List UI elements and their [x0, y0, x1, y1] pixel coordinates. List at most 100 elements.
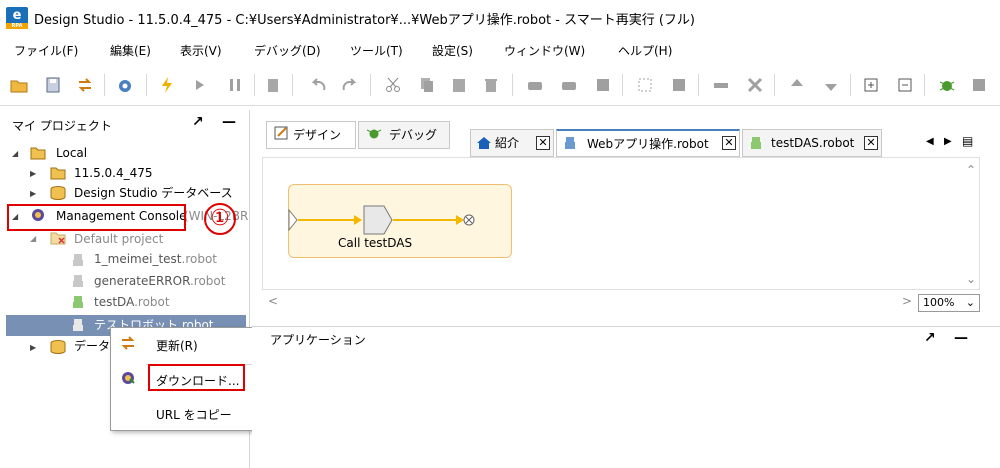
scroll-right-icon[interactable]: >: [902, 294, 912, 308]
tab-webapp-label: Webアプリ操作.robot: [587, 137, 709, 151]
menu-tools[interactable]: ツール(T): [350, 42, 403, 59]
robot-icon: [70, 318, 86, 332]
robot-ext: .robot: [134, 295, 170, 309]
annotation-box-2: [148, 364, 245, 391]
zoom-select[interactable]: 100% ⌄: [918, 294, 980, 312]
ungroup-icon[interactable]: [670, 76, 688, 94]
tab-scroll-right-icon[interactable]: ▶: [944, 136, 952, 147]
delete-icon[interactable]: [482, 76, 500, 94]
scroll-up-icon[interactable]: ⌃: [966, 163, 976, 177]
tab-design-label: デザイン: [293, 128, 342, 142]
menu-bar: ファイル(F) 編集(E) 表示(V) デバッグ(D) ツール(T) 設定(S)…: [0, 38, 1000, 62]
tree-item-robot[interactable]: generateERROR.robot: [94, 271, 225, 291]
debug-bug-icon: [366, 126, 382, 140]
tree-item-robot[interactable]: 1_meimei_test.robot: [94, 249, 217, 269]
paste-icon[interactable]: [450, 76, 468, 94]
move-down-icon[interactable]: [822, 76, 840, 94]
collapsed-arrow-icon[interactable]: ▶: [30, 343, 36, 352]
robot-icon: [70, 253, 86, 267]
collapse-icon[interactable]: [896, 76, 914, 94]
context-menu-copy-url[interactable]: URL をコピー: [156, 406, 232, 423]
close-tab-icon[interactable]: ✕: [536, 136, 550, 150]
robot-name: testDA: [94, 295, 135, 309]
tree-item-robot[interactable]: testDA.robot: [94, 292, 170, 312]
debug-bug-icon[interactable]: [938, 76, 956, 94]
toolbar-separator: [850, 74, 851, 96]
group-icon[interactable]: [636, 76, 654, 94]
scroll-down-icon[interactable]: ⌄: [966, 272, 976, 286]
window-title: Design Studio - 11.5.0.4_475 - C:¥Users¥…: [34, 13, 695, 28]
toolbar-separator: [774, 74, 775, 96]
collapsed-arrow-icon[interactable]: ▶: [30, 189, 36, 198]
robot-name: generateERROR: [94, 274, 190, 288]
minimize-panel-icon[interactable]: —: [222, 114, 236, 130]
folder-icon: [50, 166, 66, 180]
application-panel-title: アプリケーション: [270, 333, 366, 347]
flow-arrow-head: [456, 215, 464, 225]
tab-intro-label: 紹介: [495, 136, 520, 150]
step-icon[interactable]: [192, 76, 210, 94]
move-up-icon[interactable]: [788, 76, 806, 94]
robot-icon: [70, 295, 86, 309]
tree-item-version[interactable]: 11.5.0.4_475: [74, 163, 153, 183]
flow-arrow-head: [354, 215, 362, 225]
tree-item-data[interactable]: データ: [74, 336, 110, 356]
scroll-left-icon[interactable]: <: [268, 294, 278, 308]
annotation-number-1: ①: [204, 203, 236, 235]
tree-item-database[interactable]: Design Studio データベース: [74, 183, 233, 203]
save-all-icon[interactable]: [44, 76, 62, 94]
insert-try-icon[interactable]: [594, 76, 612, 94]
pause-icon[interactable]: [226, 76, 244, 94]
menu-settings[interactable]: 設定(S): [432, 42, 473, 59]
expand-icon[interactable]: [862, 76, 880, 94]
toolbar-separator: [292, 74, 293, 96]
tree-item-local[interactable]: Local: [56, 143, 87, 163]
refresh-icon: [120, 336, 136, 350]
tab-webapp-robot[interactable]: Webアプリ操作.robot: [556, 129, 740, 157]
open-folder-icon[interactable]: [10, 76, 28, 94]
menu-help[interactable]: ヘルプ(H): [618, 42, 672, 59]
download-icon: [120, 371, 136, 385]
lightning-icon[interactable]: [158, 76, 176, 94]
redo-icon[interactable]: [340, 76, 358, 94]
project-panel-title: マイ プロジェクト: [12, 119, 112, 133]
menu-edit[interactable]: 編集(E): [110, 42, 151, 59]
close-tab-icon[interactable]: ✕: [864, 136, 878, 150]
robot-settings-icon[interactable]: [116, 76, 134, 94]
robot-ext: .robot: [189, 274, 226, 288]
close-tab-icon[interactable]: ✕: [722, 136, 736, 150]
toolbar-more-icon[interactable]: [970, 76, 988, 94]
flow-start-marker: [288, 208, 298, 232]
database-icon: [50, 186, 66, 201]
maximize-panel-icon[interactable]: ↗: [192, 114, 204, 130]
menu-file[interactable]: ファイル(F): [14, 42, 78, 59]
insert-branch-icon[interactable]: [560, 76, 578, 94]
tree-item-default-project[interactable]: Default project: [74, 229, 163, 249]
insert-step-icon[interactable]: [526, 76, 544, 94]
expanded-arrow-icon[interactable]: ◢: [12, 149, 18, 158]
minimize-panel-icon[interactable]: —: [954, 330, 968, 346]
app-logo-icon: e RPA: [6, 7, 28, 29]
maximize-panel-icon[interactable]: ↗: [924, 330, 936, 346]
clear-breakpoint-icon[interactable]: [746, 76, 764, 94]
clipboard-icon[interactable]: [264, 76, 282, 94]
flow-step-label: Call testDAS: [338, 236, 413, 250]
tab-scroll-left-icon[interactable]: ◀: [926, 136, 934, 147]
toolbar-separator: [698, 74, 699, 96]
menu-view[interactable]: 表示(V): [180, 42, 222, 59]
logo-sub: RPA: [6, 23, 28, 29]
collapsed-arrow-icon[interactable]: ▶: [30, 169, 36, 178]
robot-icon: [562, 136, 578, 150]
menu-window[interactable]: ウィンドウ(W): [504, 42, 585, 59]
context-menu-refresh[interactable]: 更新(R): [156, 337, 198, 354]
robot-icon: [70, 274, 86, 288]
copy-icon[interactable]: [418, 76, 436, 94]
menu-debug[interactable]: デバッグ(D): [254, 42, 321, 59]
breakpoint-icon[interactable]: [712, 76, 730, 94]
expanded-arrow-icon[interactable]: ◢: [30, 234, 36, 243]
refresh-icon[interactable]: [76, 76, 94, 94]
tab-debug-label: デバッグ: [389, 128, 438, 142]
tab-list-icon[interactable]: ▤: [962, 134, 973, 148]
undo-icon[interactable]: [310, 76, 328, 94]
cut-icon[interactable]: [384, 76, 402, 94]
